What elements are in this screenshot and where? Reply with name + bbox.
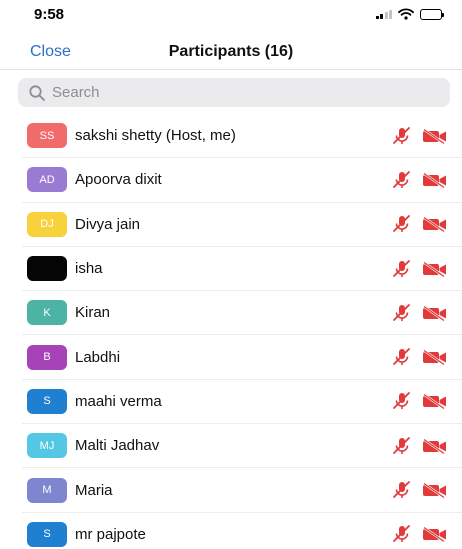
participant-name: Kiran [75, 304, 111, 322]
participant-row[interactable]: B Labdhi [22, 335, 462, 380]
search-icon [29, 84, 45, 101]
participant-status-icons [392, 436, 448, 455]
avatar: K [27, 300, 67, 326]
participants-list: SS sakshi shetty (Host, me) AD Apoorva d… [0, 114, 462, 549]
participant-name: sakshi shetty (Host, me) [75, 127, 236, 145]
participant-status-icons [392, 171, 448, 189]
status-icons [375, 8, 444, 20]
mic-muted-icon[interactable] [392, 126, 412, 145]
video-off-icon[interactable] [422, 128, 448, 144]
participant-status-icons [392, 481, 448, 499]
avatar: DJ [27, 211, 67, 237]
status-bar: 9:58 [0, 0, 462, 30]
participant-status-icons [392, 525, 448, 543]
video-off-icon[interactable] [422, 393, 448, 410]
participant-row[interactable]: M Maria [22, 468, 462, 513]
mic-muted-icon[interactable] [392, 215, 412, 233]
video-off-icon[interactable] [422, 261, 448, 277]
participant-status-icons [392, 303, 448, 322]
participant-name: Malti Jadhav [75, 437, 160, 455]
signal-icon [375, 9, 392, 19]
mic-muted-icon[interactable] [392, 303, 412, 322]
participant-status-icons [392, 259, 448, 278]
participant-row[interactable]: S mr pajpote [22, 513, 462, 549]
status-time: 9:58 [34, 6, 65, 23]
avatar [27, 256, 67, 282]
participant-row[interactable]: isha [22, 247, 462, 292]
search-bar[interactable] [18, 78, 450, 107]
participant-row[interactable]: SS sakshi shetty (Host, me) [22, 114, 462, 159]
participant-row[interactable]: DJ Divya jain [22, 203, 462, 247]
participant-name: Apoorva dixit [75, 171, 162, 189]
search-input[interactable] [52, 84, 432, 101]
participant-row[interactable]: S maahi verma [22, 380, 462, 425]
mic-muted-icon[interactable] [392, 525, 412, 543]
avatar: B [27, 344, 67, 370]
avatar: AD [27, 167, 67, 193]
video-off-icon[interactable] [422, 526, 448, 543]
participant-row[interactable]: K Kiran [22, 291, 462, 336]
mic-muted-icon[interactable] [392, 171, 412, 189]
participant-status-icons [392, 348, 448, 366]
participant-row[interactable]: AD Apoorva dixit [22, 158, 462, 203]
video-off-icon[interactable] [422, 482, 448, 499]
battery-icon [420, 8, 444, 20]
mic-muted-icon[interactable] [392, 481, 412, 499]
close-button[interactable]: Close [30, 43, 71, 61]
avatar: M [27, 477, 67, 503]
nav-bar: Close Participants (16) [0, 36, 462, 70]
video-off-icon[interactable] [422, 349, 448, 366]
mic-muted-icon[interactable] [392, 348, 412, 366]
avatar: S [27, 388, 67, 414]
participant-name: isha [75, 260, 103, 278]
video-off-icon[interactable] [422, 172, 448, 188]
video-off-icon[interactable] [422, 438, 448, 454]
participant-name: maahi verma [75, 392, 162, 410]
mic-muted-icon[interactable] [392, 436, 412, 455]
avatar: SS [27, 123, 67, 149]
mic-muted-icon[interactable] [392, 392, 412, 410]
avatar: MJ [27, 433, 67, 459]
video-off-icon[interactable] [422, 305, 448, 321]
participant-name: Labdhi [75, 348, 121, 366]
mic-muted-icon[interactable] [392, 259, 412, 278]
video-off-icon[interactable] [422, 216, 448, 233]
participant-name: mr pajpote [75, 525, 146, 543]
participant-status-icons [392, 126, 448, 145]
participant-name: Maria [75, 481, 113, 499]
avatar: S [27, 521, 67, 547]
participant-name: Divya jain [75, 215, 141, 233]
participant-status-icons [392, 215, 448, 233]
participant-row[interactable]: MJ Malti Jadhav [22, 424, 462, 469]
participant-status-icons [392, 392, 448, 410]
wifi-icon [398, 8, 414, 20]
